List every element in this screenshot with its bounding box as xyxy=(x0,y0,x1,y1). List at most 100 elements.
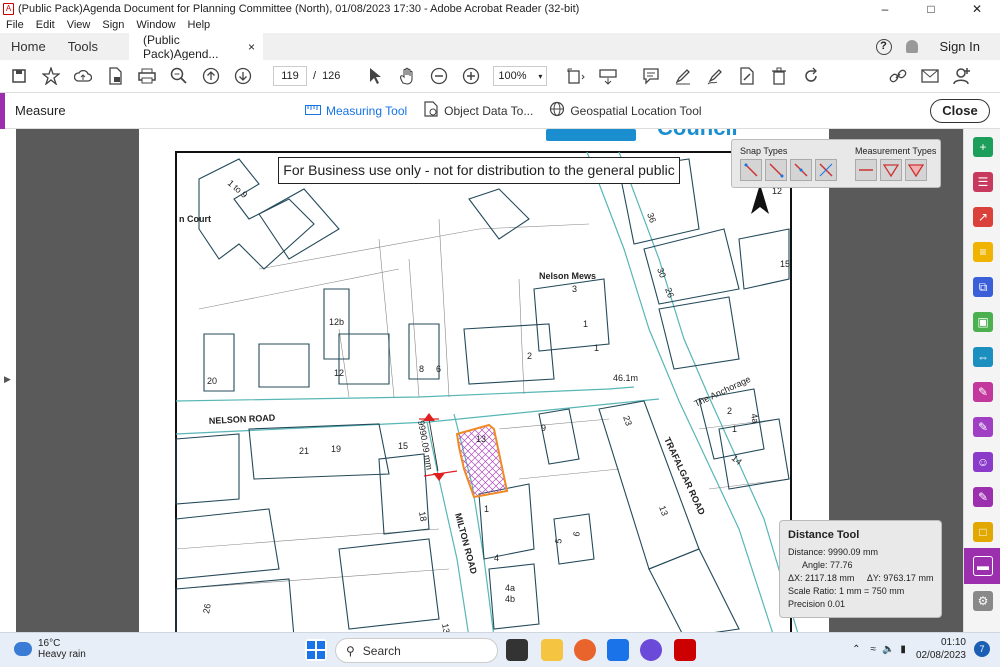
copilot-icon[interactable] xyxy=(640,639,662,661)
prepare-form-icon[interactable]: ✎ xyxy=(973,487,993,507)
upload-cloud-icon[interactable] xyxy=(72,65,94,87)
geospatial-tool-button[interactable]: Geospatial Location Tool xyxy=(549,101,702,120)
page-fit-icon[interactable] xyxy=(565,65,587,87)
label-1a: 1 xyxy=(583,319,588,329)
firefox-icon[interactable] xyxy=(574,639,596,661)
zoom-search-icon[interactable] xyxy=(168,65,190,87)
expand-panel-arrow-icon[interactable]: ▶ xyxy=(4,374,11,385)
export-pdf-icon[interactable]: ↗ xyxy=(973,207,993,227)
request-signature-icon[interactable]: ☺ xyxy=(973,452,993,472)
zoom-select[interactable]: 100% ▾ xyxy=(493,66,548,86)
comment-panel-icon[interactable]: ≡ xyxy=(973,242,993,262)
tab-home[interactable]: Home xyxy=(0,39,57,54)
menu-sign[interactable]: Sign xyxy=(96,18,130,33)
measuring-tool-button[interactable]: Measuring Tool xyxy=(305,103,407,118)
page-number-input[interactable]: 119 xyxy=(273,66,307,86)
compress-pdf-icon[interactable]: ⇔ xyxy=(973,347,993,367)
close-window-button[interactable]: ✕ xyxy=(954,0,1000,18)
zoom-in-icon[interactable] xyxy=(460,65,482,87)
protect-panel-icon[interactable]: ✎ xyxy=(973,417,993,437)
mail-icon[interactable] xyxy=(607,639,629,661)
file-explorer-icon[interactable] xyxy=(541,639,563,661)
delta-x-value: ΔX: 2117.18 mm xyxy=(788,573,855,583)
globe-icon xyxy=(549,101,565,120)
left-panel-strip: ▶ xyxy=(0,129,16,632)
create-pdf-icon[interactable]: + xyxy=(973,137,993,157)
redact-icon[interactable]: □ xyxy=(973,522,993,542)
label-15: 15 xyxy=(398,441,408,451)
snap-to-midpoints-icon[interactable] xyxy=(790,159,812,181)
zoom-out-icon[interactable] xyxy=(428,65,450,87)
add-user-icon[interactable] xyxy=(951,65,973,87)
more-tools-icon[interactable]: ⚙ xyxy=(973,591,993,611)
delete-trash-icon[interactable] xyxy=(768,65,790,87)
right-tools-panel: + ☰ ↗ ≡ ⧉ ▣ ⇔ ✎ ✎ ☺ ✎ □ ▬ ⚙ xyxy=(963,129,1000,632)
select-cursor-icon[interactable] xyxy=(364,65,386,87)
taskbar-search-input[interactable]: ⚲ Search xyxy=(335,638,498,663)
notification-bell-icon[interactable] xyxy=(905,40,918,53)
tab-document[interactable]: (Public Pack)Agend... × xyxy=(129,33,264,61)
maximize-button[interactable]: □ xyxy=(908,0,954,18)
task-view-icon[interactable] xyxy=(506,639,528,661)
help-icon[interactable]: ? xyxy=(875,38,892,55)
rotate-icon[interactable] xyxy=(800,65,822,87)
area-tool-icon[interactable] xyxy=(905,159,927,181)
object-data-tool-button[interactable]: Object Data To... xyxy=(423,101,533,120)
weather-condition: Heavy rain xyxy=(38,649,86,660)
battery-icon[interactable]: ▮ xyxy=(900,644,906,655)
wifi-icon[interactable]: ≈ xyxy=(870,644,876,655)
tab-tools[interactable]: Tools xyxy=(57,39,109,54)
snap-types-label: Snap Types xyxy=(740,146,788,156)
minimize-button[interactable]: – xyxy=(862,0,908,18)
fill-sign-icon[interactable] xyxy=(704,65,726,87)
label-4a: 4a xyxy=(749,413,761,425)
weather-widget[interactable]: 16°C Heavy rain xyxy=(14,638,86,660)
scan-ocr-icon[interactable]: ▣ xyxy=(973,312,993,332)
snap-to-intersections-icon[interactable] xyxy=(815,159,837,181)
menu-edit[interactable]: Edit xyxy=(30,18,61,33)
previous-page-icon[interactable] xyxy=(200,65,222,87)
snap-to-endpoints-icon[interactable] xyxy=(765,159,787,181)
keyboard-scroll-icon[interactable] xyxy=(597,65,619,87)
acrobat-taskbar-icon[interactable] xyxy=(674,639,696,661)
clock[interactable]: 01:10 02/08/2023 xyxy=(916,636,966,662)
measure-tool-active-bg[interactable]: ▬ xyxy=(964,548,1000,584)
combine-files-icon[interactable]: ⧉ xyxy=(973,277,993,297)
label-21: 21 xyxy=(299,446,309,456)
chevron-down-icon: ▾ xyxy=(538,71,543,81)
menu-file[interactable]: File xyxy=(0,18,30,33)
hand-tool-icon[interactable] xyxy=(396,65,418,87)
perimeter-tool-icon[interactable] xyxy=(880,159,902,181)
label-13-site: 13 xyxy=(476,434,486,444)
close-tab-icon[interactable]: × xyxy=(248,40,255,54)
comment-icon[interactable] xyxy=(640,65,662,87)
council-logo-shape xyxy=(546,129,636,141)
snap-to-paths-icon[interactable] xyxy=(740,159,762,181)
label-15-right: 15 xyxy=(780,259,790,269)
label-4a-milton: 4a xyxy=(505,583,515,593)
chevron-up-icon[interactable]: ⌃ xyxy=(852,644,860,655)
sign-in-button[interactable]: Sign In xyxy=(940,39,980,54)
court-label: n Court xyxy=(179,214,211,224)
close-measure-button[interactable]: Close xyxy=(930,99,990,123)
share-link-icon[interactable] xyxy=(887,65,909,87)
menu-help[interactable]: Help xyxy=(182,18,217,33)
next-page-icon[interactable] xyxy=(232,65,254,87)
save-icon[interactable] xyxy=(8,65,30,87)
scale-ratio-value: Scale Ratio: 1 mm = 750 mm xyxy=(788,586,905,596)
email-icon[interactable] xyxy=(919,65,941,87)
windows-start-icon[interactable] xyxy=(305,639,327,661)
notification-count-badge[interactable]: 7 xyxy=(974,641,990,657)
protect-file-icon[interactable] xyxy=(104,65,126,87)
highlight-pen-icon[interactable] xyxy=(672,65,694,87)
edit-pdf-icon[interactable] xyxy=(736,65,758,87)
bookmark-star-icon[interactable] xyxy=(40,65,62,87)
distance-tool-icon[interactable] xyxy=(855,159,877,181)
menu-view[interactable]: View xyxy=(61,18,97,33)
print-icon[interactable] xyxy=(136,65,158,87)
organize-pages-icon[interactable]: ☰ xyxy=(973,172,993,192)
label-13-bottom: 13 xyxy=(440,623,452,632)
menu-window[interactable]: Window xyxy=(130,18,181,33)
fill-sign-panel-icon[interactable]: ✎ xyxy=(973,382,993,402)
volume-icon[interactable]: 🔈 xyxy=(882,644,894,655)
